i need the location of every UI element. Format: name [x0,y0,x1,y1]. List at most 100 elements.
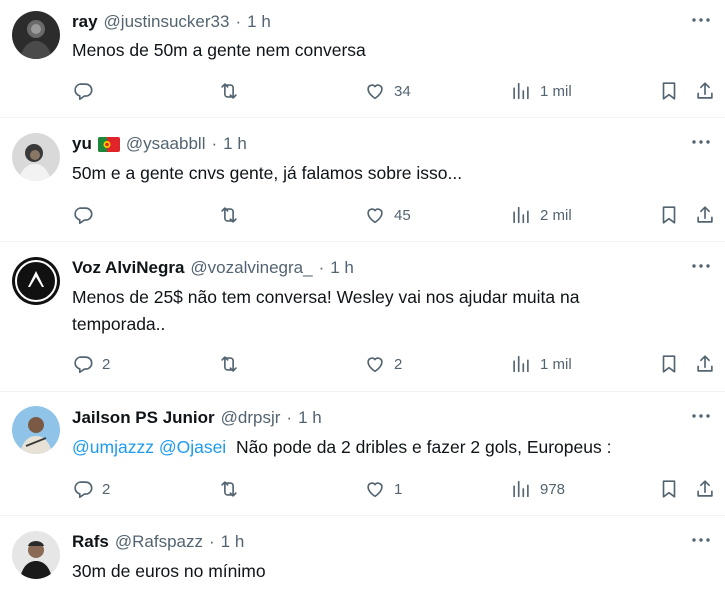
action-bar: 45 2 mil [72,203,717,227]
tweet-header: Jailson PS Junior @drpsjr · 1 h [72,408,322,428]
display-name[interactable]: Voz AlviNegra [72,258,184,278]
tweet[interactable]: Voz AlviNegra @vozalvinegra_ · 1 h Menos… [0,242,725,392]
more-icon[interactable] [689,254,713,278]
timestamp[interactable]: 1 h [247,12,271,32]
share-icon [694,80,716,102]
more-icon[interactable] [689,130,713,154]
like-button[interactable]: 2 [364,352,402,376]
more-icon[interactable] [689,528,713,552]
portugal-flag-icon [97,136,120,152]
views-count: 1 mil [540,82,572,100]
share-button[interactable] [694,79,716,103]
views-icon [510,478,532,500]
tweet-header: Voz AlviNegra @vozalvinegra_ · 1 h [72,258,354,278]
tweet[interactable]: Rafs @Rafspazz · 1 h 30m de euros no mín… [0,516,725,592]
display-name[interactable]: Jailson PS Junior [72,408,215,428]
action-bar: 2 1 978 [72,477,717,501]
mention-link[interactable]: @Ojasei [159,437,226,457]
share-icon [694,353,716,375]
timestamp[interactable]: 1 h [223,134,247,154]
repost-icon [218,204,240,226]
tweet-header: yu @ysaabbll · 1 h [72,134,247,154]
user-handle[interactable]: @drpsjr [221,408,281,428]
avatar[interactable] [12,257,60,305]
like-count: 34 [394,82,411,100]
views-count: 2 mil [540,206,572,224]
timestamp[interactable]: 1 h [221,532,245,552]
views-button[interactable]: 1 mil [510,79,572,103]
views-count: 1 mil [540,355,572,373]
tweet-text-body: Não pode da 2 dribles e fazer 2 gols, Eu… [235,437,612,457]
tweet-text: 30m de euros no mínimo [72,561,266,581]
share-button[interactable] [694,203,716,227]
reply-button[interactable]: 2 [72,352,110,376]
tweet-text: 50m e a gente cnvs gente, já falamos sob… [72,163,463,183]
tweet[interactable]: ray @justinsucker33 · 1 h Menos de 50m a… [0,0,725,118]
reply-button[interactable] [72,79,102,103]
reply-button[interactable] [72,203,102,227]
bookmark-button[interactable] [658,203,680,227]
views-icon [510,204,532,226]
avatar[interactable] [12,531,60,579]
user-handle[interactable]: @ysaabbll [126,134,206,154]
repost-button[interactable] [218,203,248,227]
views-icon [510,353,532,375]
avatar[interactable] [12,11,60,59]
mention-link[interactable]: @umjazzz [72,437,154,457]
share-button[interactable] [694,352,716,376]
repost-button[interactable] [218,477,248,501]
bookmark-icon [658,353,680,375]
reply-count: 2 [102,355,111,373]
user-handle[interactable]: @vozalvinegra_ [190,258,312,278]
separator-dot: · [286,408,293,427]
views-count: 978 [540,480,566,498]
share-button[interactable] [694,477,716,501]
separator-dot: · [318,258,325,277]
bookmark-button[interactable] [658,79,680,103]
views-button[interactable]: 978 [510,477,565,501]
tweet-text: Menos de 25$ não tem conversa! Wesley va… [72,284,691,338]
display-name[interactable]: Rafs [72,532,109,552]
views-icon [510,80,532,102]
tweet[interactable]: Jailson PS Junior @drpsjr · 1 h @umjazzz… [0,392,725,516]
like-button[interactable]: 1 [364,477,402,501]
repost-button[interactable] [218,79,248,103]
share-icon [694,478,716,500]
repost-button[interactable] [218,352,248,376]
tweet[interactable]: yu @ysaabbll · 1 h 50m e a gente cnvs ge… [0,118,725,242]
avatar[interactable] [12,406,60,454]
separator-dot: · [211,134,218,153]
views-button[interactable]: 1 mil [510,352,572,376]
display-name[interactable]: ray [72,12,98,32]
views-button[interactable]: 2 mil [510,203,572,227]
like-count: 45 [394,206,411,224]
user-handle[interactable]: @Rafspazz [115,532,203,552]
more-icon[interactable] [689,8,713,32]
tweet-header: ray @justinsucker33 · 1 h [72,12,271,32]
tweet-text: Menos de 50m a gente nem conversa [72,40,366,60]
like-button[interactable]: 45 [364,203,411,227]
action-bar: 34 1 mil [72,79,717,103]
bookmark-button[interactable] [658,352,680,376]
repost-icon [218,80,240,102]
reply-icon [72,80,94,102]
like-button[interactable]: 34 [364,79,411,103]
avatar[interactable] [12,133,60,181]
display-name[interactable]: yu [72,134,92,154]
reply-button[interactable]: 2 [72,477,110,501]
bookmark-icon [658,80,680,102]
like-count: 1 [394,480,403,498]
reply-count: 2 [102,480,111,498]
bookmark-icon [658,478,680,500]
tweet-text-line: temporada.. [72,314,166,334]
user-handle[interactable]: @justinsucker33 [104,12,230,32]
more-icon[interactable] [689,404,713,428]
reply-icon [72,204,94,226]
timestamp[interactable]: 1 h [330,258,354,278]
share-icon [694,204,716,226]
reply-icon [72,478,94,500]
like-icon [364,80,386,102]
separator-dot: · [208,532,215,551]
timestamp[interactable]: 1 h [298,408,322,428]
bookmark-button[interactable] [658,477,680,501]
